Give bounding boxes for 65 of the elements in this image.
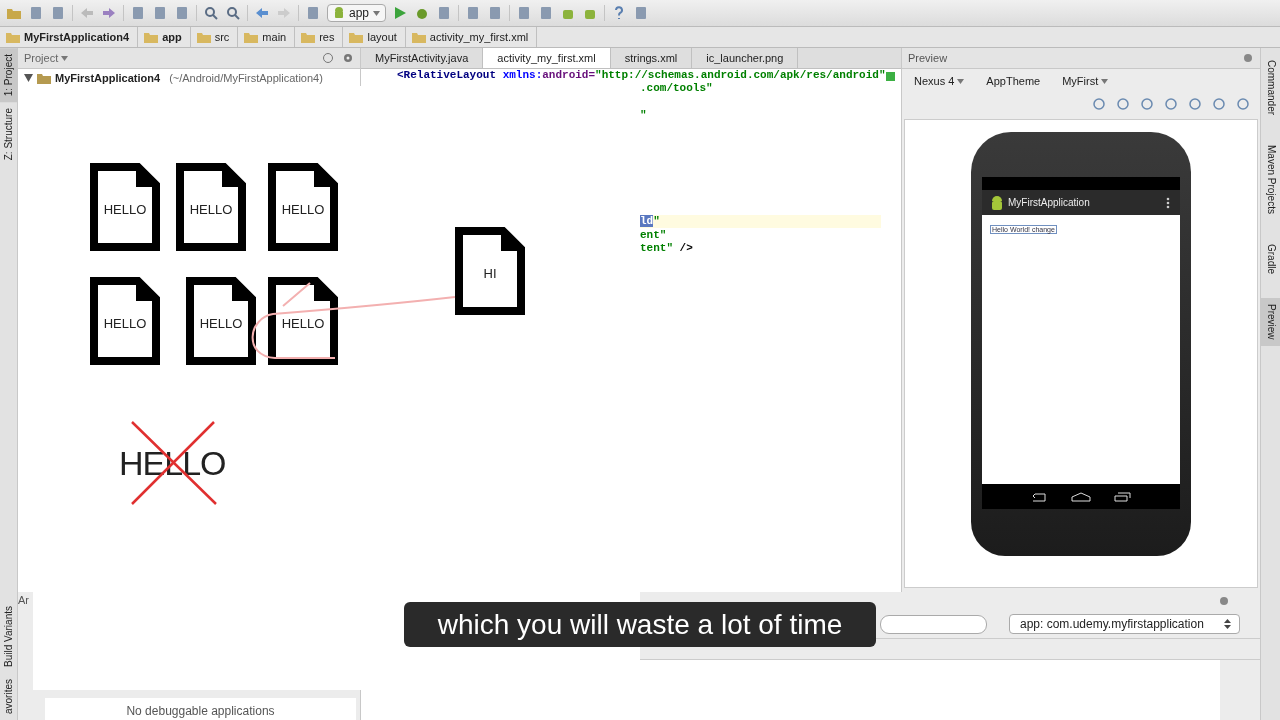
- theme-button[interactable]: AppTheme: [986, 75, 1041, 87]
- empty-message: No debuggable applications: [126, 704, 275, 718]
- folder-icon: [37, 72, 51, 84]
- breadcrumb-item[interactable]: app: [138, 27, 191, 47]
- tool-window-tab[interactable]: avorites: [0, 673, 17, 720]
- recents-icon[interactable]: [1113, 491, 1131, 502]
- folder-icon: [244, 31, 259, 43]
- undo-icon[interactable]: [79, 5, 95, 21]
- document-label: HELLO: [102, 203, 148, 217]
- subtitle-caption: which you will waste a lot of time: [404, 602, 876, 647]
- folder-icon: [144, 31, 159, 43]
- stepper-icon: [1223, 619, 1231, 629]
- folder-icon: [411, 31, 426, 43]
- project-name: MyFirstApplication4: [55, 72, 161, 84]
- breadcrumb-item[interactable]: activity_my_first.xml: [405, 27, 538, 47]
- editor-tab[interactable]: ic_launcher.png: [692, 48, 799, 68]
- code-line: ": [640, 108, 648, 122]
- tool-window-tab[interactable]: Z: Structure: [0, 102, 17, 167]
- search-field[interactable]: [880, 614, 987, 634]
- project-path: (~/Android/MyFirstApplication4): [169, 72, 323, 84]
- run-config-dropdown[interactable]: app: [327, 4, 387, 22]
- breadcrumb-item[interactable]: layout: [343, 27, 406, 47]
- tool-window-tab[interactable]: Commander: [1261, 54, 1280, 122]
- breadcrumb-item[interactable]: MyFirstApplication4: [0, 27, 139, 47]
- device-dropdown[interactable]: Nexus 4: [914, 75, 965, 87]
- code-line: ent": [640, 228, 668, 242]
- document-label: HI: [482, 267, 498, 281]
- caret-icon: [373, 10, 381, 16]
- code-line: tent" />: [640, 241, 694, 255]
- overflow-menu-icon[interactable]: [1166, 196, 1170, 209]
- panel-title: Preview: [908, 52, 948, 64]
- back-icon[interactable]: [1031, 491, 1049, 502]
- redo-icon[interactable]: [101, 5, 117, 21]
- caret-icon: [1101, 78, 1109, 84]
- tool-window-tab[interactable]: Build Variants: [0, 600, 17, 673]
- folder-icon: [349, 31, 364, 43]
- document-label: HELLO: [102, 317, 148, 331]
- app-title: MyFirstApplication: [1008, 197, 1090, 208]
- breadcrumb-item[interactable]: src: [190, 27, 239, 47]
- tool-window-tab[interactable]: Gradle: [1261, 237, 1280, 280]
- process-dropdown[interactable]: app: com.udemy.myfirstapplication: [1009, 614, 1240, 634]
- folder-icon: [301, 31, 316, 43]
- document-label: HELLO: [198, 317, 244, 331]
- panel-tab[interactable]: Ar: [18, 592, 30, 608]
- breadcrumb-item[interactable]: res: [295, 27, 344, 47]
- document-label: HELLO: [280, 317, 326, 331]
- folder-icon: [196, 31, 211, 43]
- folder-icon: [6, 31, 20, 43]
- search-icon[interactable]: [203, 5, 219, 21]
- editor-tab[interactable]: strings.xml: [610, 48, 693, 68]
- tool-window-tab[interactable]: Preview: [1261, 297, 1280, 346]
- expand-arrow-icon[interactable]: [24, 74, 33, 82]
- caret-icon: [957, 78, 965, 84]
- code-line: .com/tools": [640, 82, 714, 96]
- caret-icon: [61, 55, 69, 61]
- tool-window-tab[interactable]: 1: Project: [0, 48, 17, 103]
- status-indicator: [886, 72, 895, 81]
- document-label: HELLO: [280, 203, 326, 217]
- document-label: HELLO: [188, 203, 234, 217]
- breadcrumb-item[interactable]: main: [238, 27, 296, 47]
- home-icon[interactable]: [1071, 491, 1091, 502]
- activity-dropdown[interactable]: MyFirst: [1062, 75, 1109, 87]
- project-view-dropdown[interactable]: Project: [24, 52, 69, 64]
- editor-tab[interactable]: activity_my_first.xml: [483, 48, 611, 68]
- tool-window-tab[interactable]: Maven Projects: [1261, 139, 1280, 220]
